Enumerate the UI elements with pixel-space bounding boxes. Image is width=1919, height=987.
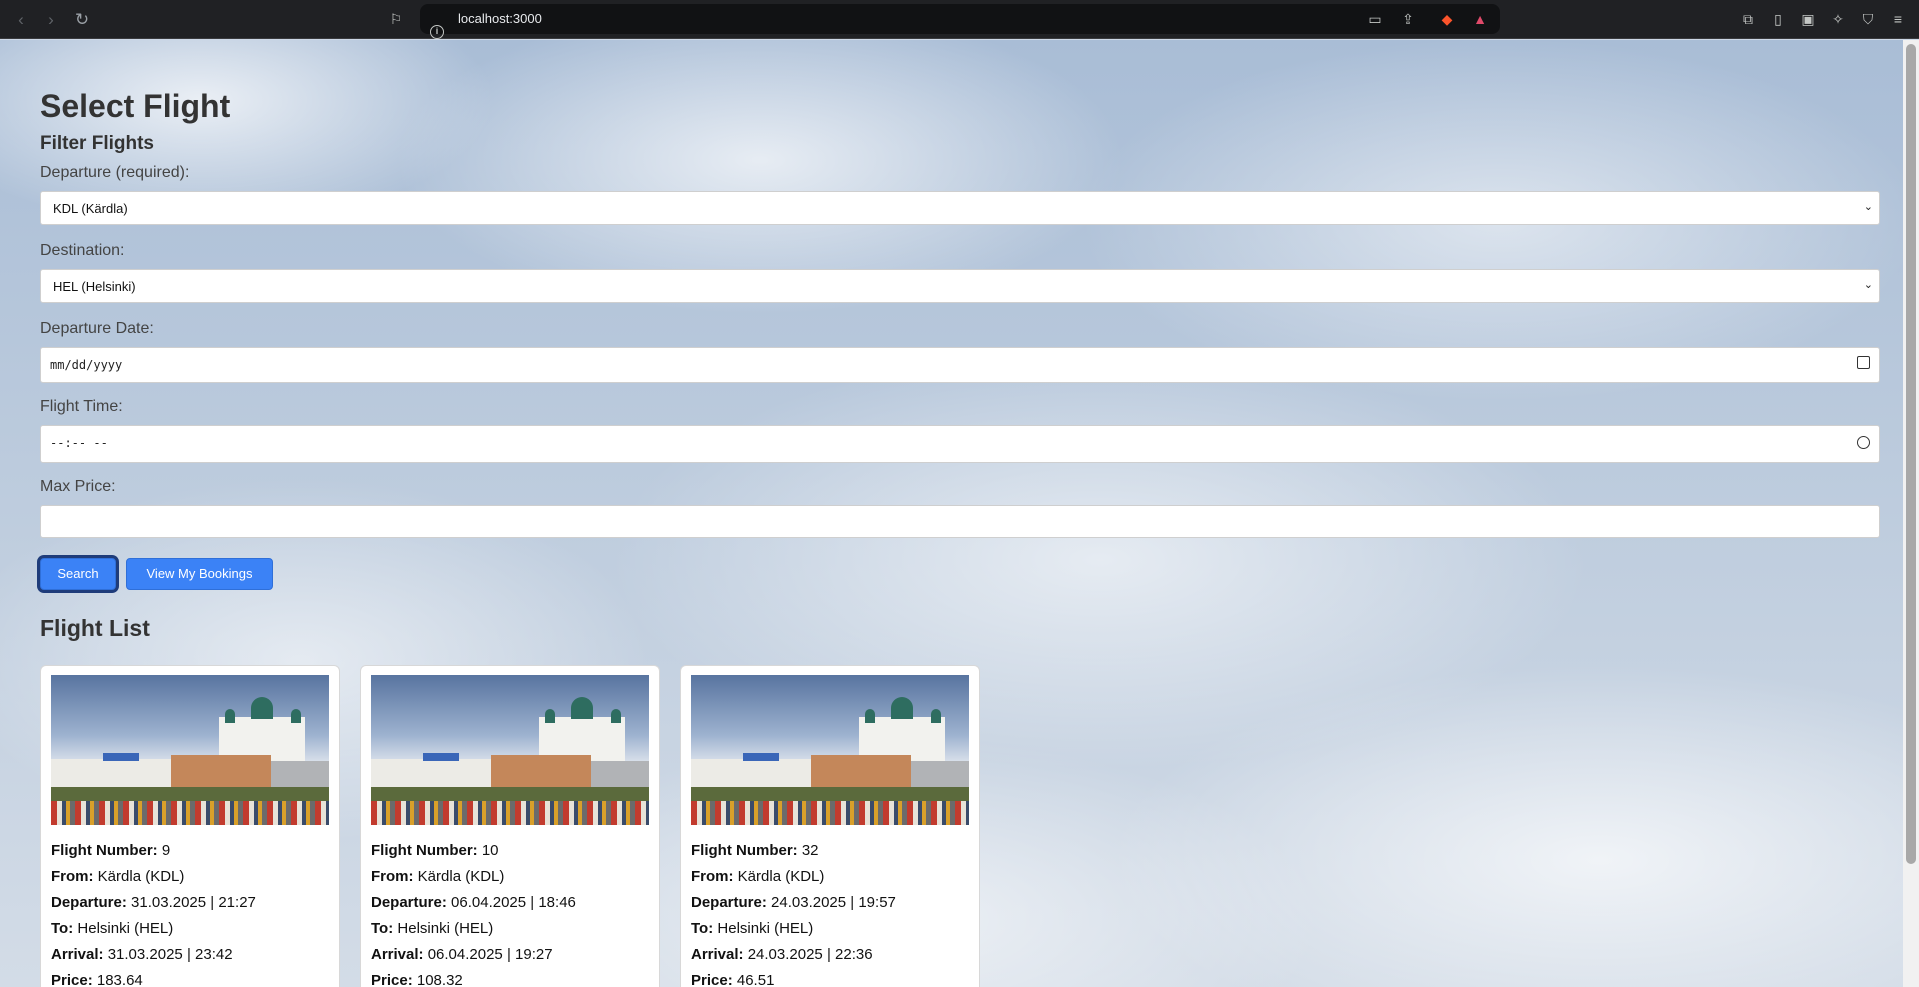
chevron-down-icon: ⌄	[1863, 201, 1873, 213]
bookmark-icon[interactable]: ⚐	[386, 9, 406, 29]
flight-arrival-row: Arrival: 24.03.2025 | 22:36	[691, 946, 873, 963]
filter-heading: Filter Flights	[40, 133, 154, 154]
helsinki-cathedral-photo	[691, 675, 969, 825]
time-input[interactable]: --:-- --	[40, 425, 1880, 463]
date-label: Departure Date:	[40, 320, 154, 337]
date-placeholder: mm/dd/yyyy	[50, 358, 123, 372]
clock-icon[interactable]	[1857, 436, 1870, 449]
brave-shields-icon[interactable]: ◆	[1437, 9, 1457, 29]
destination-select[interactable]: HEL (Helsinki) ⌄	[40, 269, 1880, 303]
departure-label: Departure (required):	[40, 164, 190, 181]
forward-icon[interactable]: ›	[40, 9, 62, 31]
brave-rewards-icon[interactable]: ▲	[1470, 9, 1490, 29]
page-background: Select Flight Filter Flights Departure (…	[0, 40, 1903, 987]
flight-price: 46.51	[736, 972, 775, 987]
departure-select[interactable]: KDL (Kärdla) ⌄	[40, 191, 1880, 225]
flight-to: Helsinki (HEL)	[77, 920, 174, 937]
flight-departure: 31.03.2025 | 21:27	[131, 894, 256, 911]
flight-number: 9	[161, 842, 171, 859]
browser-toolbar: ‹ › ↻ ⚐ i localhost:3000 ▭ ⇪ ◆ ▲ ⧉ ▯ ▣ ✧…	[0, 0, 1919, 39]
address-url[interactable]: localhost:3000	[458, 11, 542, 26]
extensions-icon[interactable]: ⧉	[1738, 9, 1758, 29]
flight-arrival-row: Arrival: 06.04.2025 | 19:27	[371, 946, 553, 963]
flight-arrival: 24.03.2025 | 22:36	[747, 946, 873, 963]
flight-number-row: Flight Number: 9	[51, 842, 171, 859]
sidebar-icon[interactable]: ▯	[1768, 9, 1788, 29]
flight-to-row: To: Helsinki (HEL)	[51, 920, 174, 937]
flight-arrival: 06.04.2025 | 19:27	[427, 946, 553, 963]
flight-from-row: From: Kärdla (KDL)	[691, 868, 825, 885]
flight-card[interactable]: Flight Number: 32 From: Kärdla (KDL) Dep…	[680, 665, 980, 987]
helsinki-cathedral-photo	[371, 675, 649, 825]
flight-from: Kärdla (KDL)	[737, 868, 825, 885]
scrollbar-thumb[interactable]	[1906, 44, 1916, 864]
flight-to-row: To: Helsinki (HEL)	[691, 920, 814, 937]
flight-price-row: Price: 108.32	[371, 972, 463, 987]
view-bookings-button[interactable]: View My Bookings	[126, 558, 273, 590]
page-scrollbar[interactable]	[1903, 40, 1919, 987]
flight-from: Kärdla (KDL)	[417, 868, 505, 885]
flight-to: Helsinki (HEL)	[717, 920, 814, 937]
vpn-icon[interactable]: ⛉	[1858, 9, 1878, 29]
time-placeholder: --:-- --	[50, 436, 108, 450]
flight-number-row: Flight Number: 32	[691, 842, 819, 859]
flight-number-row: Flight Number: 10	[371, 842, 499, 859]
share-icon[interactable]: ⇪	[1398, 9, 1418, 29]
flight-to: Helsinki (HEL)	[397, 920, 494, 937]
destination-label: Destination:	[40, 242, 125, 259]
flight-departure-row: Departure: 24.03.2025 | 19:57	[691, 894, 896, 911]
flight-number: 32	[801, 842, 819, 859]
flight-departure-row: Departure: 31.03.2025 | 21:27	[51, 894, 256, 911]
search-button[interactable]: Search	[40, 558, 116, 590]
menu-icon[interactable]: ≡	[1888, 9, 1908, 29]
flight-departure-row: Departure: 06.04.2025 | 18:46	[371, 894, 576, 911]
flight-departure: 06.04.2025 | 18:46	[451, 894, 576, 911]
flight-price: 183.64	[96, 972, 143, 987]
flight-from-row: From: Kärdla (KDL)	[371, 868, 505, 885]
flight-from-row: From: Kärdla (KDL)	[51, 868, 185, 885]
calendar-icon[interactable]	[1857, 356, 1870, 369]
address-bar[interactable]: i localhost:3000 ▭ ⇪ ◆ ▲	[420, 4, 1500, 39]
leo-ai-icon[interactable]: ✧	[1828, 9, 1848, 29]
flight-card[interactable]: Flight Number: 9 From: Kärdla (KDL) Depa…	[40, 665, 340, 987]
flight-price-row: Price: 183.64	[51, 972, 143, 987]
flight-departure: 24.03.2025 | 19:57	[771, 894, 896, 911]
date-input[interactable]: mm/dd/yyyy	[40, 347, 1880, 383]
flight-card[interactable]: Flight Number: 10 From: Kärdla (KDL) Dep…	[360, 665, 660, 987]
helsinki-cathedral-photo	[51, 675, 329, 825]
flight-list-heading: Flight List	[40, 615, 150, 641]
back-icon[interactable]: ‹	[10, 9, 32, 31]
chevron-down-icon: ⌄	[1863, 279, 1873, 291]
flight-details: Flight Number: 10 From: Kärdla (KDL) Dep…	[371, 838, 649, 987]
max-price-label: Max Price:	[40, 478, 116, 495]
reload-icon[interactable]: ↻	[71, 9, 93, 31]
flight-details: Flight Number: 32 From: Kärdla (KDL) Dep…	[691, 838, 969, 987]
page-title: Select Flight	[40, 88, 231, 124]
flight-arrival-row: Arrival: 31.03.2025 | 23:42	[51, 946, 233, 963]
time-label: Flight Time:	[40, 398, 123, 415]
flight-price-row: Price: 46.51	[691, 972, 775, 987]
max-price-input[interactable]	[40, 505, 1880, 538]
flight-from: Kärdla (KDL)	[97, 868, 185, 885]
flight-to-row: To: Helsinki (HEL)	[371, 920, 494, 937]
flight-details: Flight Number: 9 From: Kärdla (KDL) Depa…	[51, 838, 329, 987]
destination-select-value: HEL (Helsinki)	[53, 279, 136, 294]
cast-icon[interactable]: ▭	[1365, 9, 1385, 29]
flight-number: 10	[481, 842, 499, 859]
flight-price: 108.32	[416, 972, 463, 987]
flight-arrival: 31.03.2025 | 23:42	[107, 946, 233, 963]
flight-list: Flight Number: 9 From: Kärdla (KDL) Depa…	[40, 665, 980, 987]
departure-select-value: KDL (Kärdla)	[53, 201, 128, 216]
site-info-icon[interactable]: i	[430, 25, 444, 39]
wallet-icon[interactable]: ▣	[1798, 9, 1818, 29]
